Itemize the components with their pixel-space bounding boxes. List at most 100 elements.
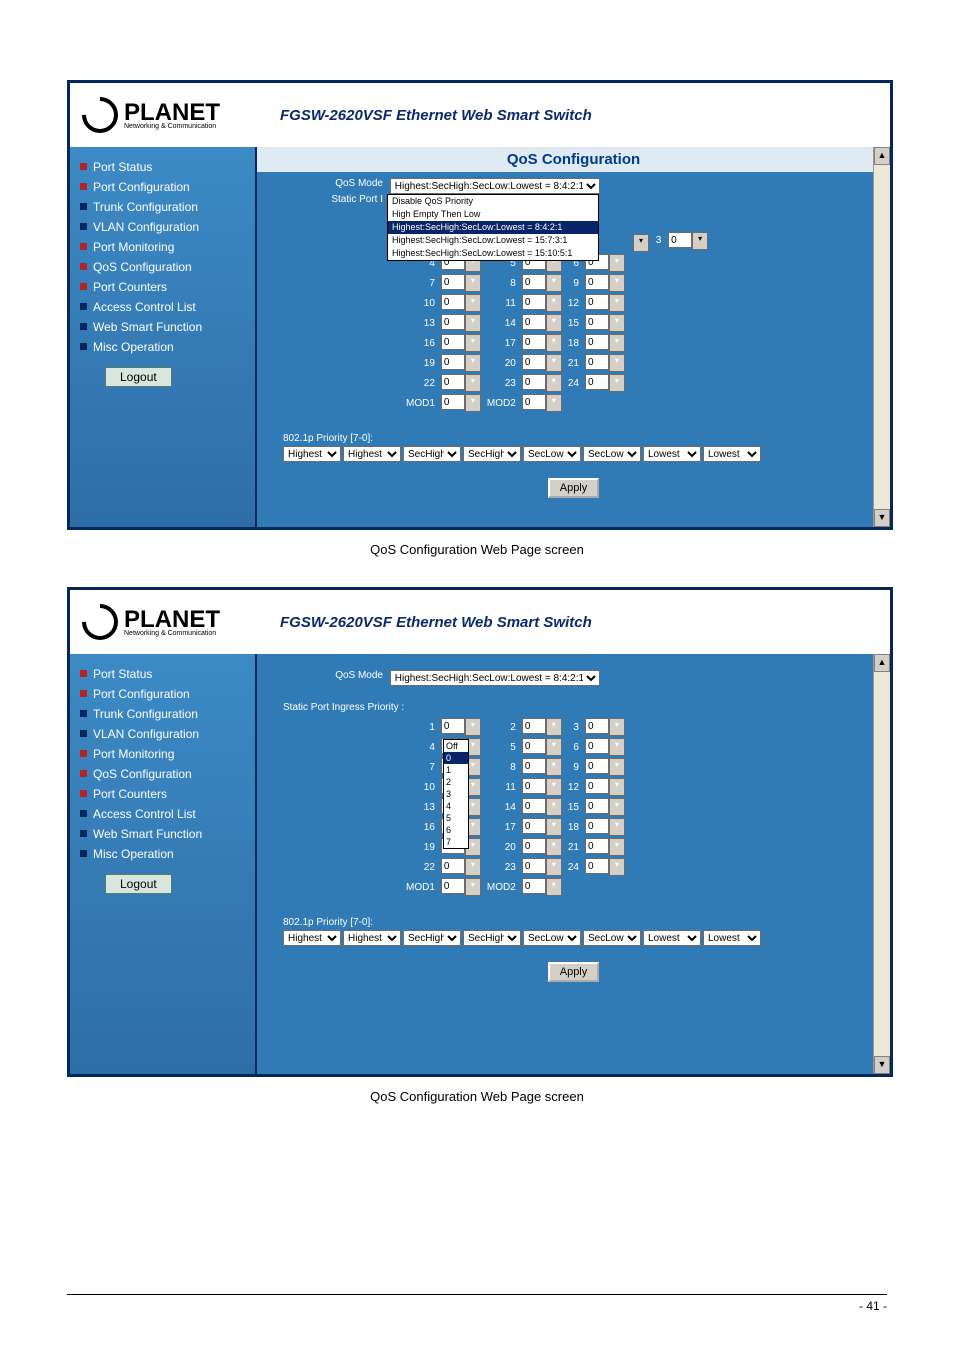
chevron-down-icon[interactable]: ▾ [546, 314, 562, 332]
sidebar-item[interactable]: Trunk Configuration [80, 197, 255, 217]
dropdown-option[interactable]: Highest:SecHigh:SecLow:Lowest = 15:10:5:… [388, 247, 598, 260]
port-value-select[interactable]: ▾ [585, 838, 625, 856]
port-value-select[interactable]: ▾ [585, 798, 625, 816]
port-value-input[interactable] [522, 274, 546, 290]
port-value-select[interactable]: ▾ [441, 334, 481, 352]
chevron-down-icon[interactable]: ▾ [609, 294, 625, 312]
chevron-down-icon[interactable]: ▾ [546, 838, 562, 856]
sidebar-item[interactable]: Trunk Configuration [80, 704, 255, 724]
chevron-down-icon[interactable]: ▾ [609, 798, 625, 816]
port-value-dropdown-list[interactable]: Off01234567 [443, 739, 469, 849]
port-value-input[interactable] [522, 858, 546, 874]
chevron-down-icon[interactable]: ▾ [609, 778, 625, 796]
port-value-select[interactable]: ▾ [522, 758, 562, 776]
chevron-down-icon[interactable]: ▾ [546, 294, 562, 312]
port-value-input[interactable] [522, 394, 546, 410]
port-value-select[interactable]: ▾ [522, 354, 562, 372]
chevron-down-icon[interactable]: ▾ [609, 858, 625, 876]
port-value-input[interactable] [522, 758, 546, 774]
port-value-select[interactable]: ▾ [522, 838, 562, 856]
chevron-down-icon[interactable]: ▾ [465, 354, 481, 372]
port-value-input[interactable] [441, 878, 465, 894]
chevron-down-icon[interactable]: ▾ [546, 718, 562, 736]
port-value-input[interactable] [441, 718, 465, 734]
port-value-select[interactable]: ▾ [522, 374, 562, 392]
dropdown-option[interactable]: 0 [444, 752, 468, 764]
port-value-input[interactable] [585, 718, 609, 734]
port-value-select[interactable]: ▾ [633, 234, 649, 252]
port-value-select[interactable]: ▾ [585, 274, 625, 292]
chevron-down-icon[interactable]: ▾ [546, 818, 562, 836]
priority-select[interactable]: SecLow [583, 930, 641, 946]
port-value-input[interactable] [585, 334, 609, 350]
dropdown-option[interactable]: Off [444, 740, 468, 752]
port-value-select[interactable]: ▾ [441, 294, 481, 312]
port-value-input[interactable] [441, 858, 465, 874]
sidebar-item[interactable]: Port Status [80, 664, 255, 684]
chevron-down-icon[interactable]: ▾ [609, 838, 625, 856]
chevron-down-icon[interactable]: ▾ [465, 858, 481, 876]
sidebar-item[interactable]: Port Counters [80, 784, 255, 804]
scroll-up-icon[interactable]: ▲ [874, 147, 890, 165]
chevron-down-icon[interactable]: ▾ [546, 738, 562, 756]
port-value-select[interactable]: ▾ [585, 314, 625, 332]
chevron-down-icon[interactable]: ▾ [609, 254, 625, 272]
port-value-select[interactable]: ▾ [522, 294, 562, 312]
port-value-select[interactable]: ▾ [585, 778, 625, 796]
priority-select[interactable]: SecLow [583, 446, 641, 462]
priority-select[interactable]: SecHigh [463, 930, 521, 946]
port-value-input[interactable] [522, 798, 546, 814]
sidebar-item[interactable]: VLAN Configuration [80, 724, 255, 744]
dropdown-option[interactable]: 3 [444, 788, 468, 800]
sidebar-item[interactable]: QoS Configuration [80, 764, 255, 784]
chevron-down-icon[interactable]: ▾ [609, 354, 625, 372]
dropdown-option[interactable]: 6 [444, 824, 468, 836]
chevron-down-icon[interactable]: ▾ [546, 394, 562, 412]
chevron-down-icon[interactable]: ▾ [609, 334, 625, 352]
chevron-down-icon[interactable]: ▾ [465, 294, 481, 312]
dropdown-option[interactable]: 4 [444, 800, 468, 812]
port-value-input[interactable] [441, 354, 465, 370]
chevron-down-icon[interactable]: ▾ [546, 354, 562, 372]
priority-select[interactable]: Highest [283, 446, 341, 462]
qos-mode-select[interactable]: Highest:SecHigh:SecLow:Lowest = 8:4:2:1 [390, 178, 600, 194]
dropdown-option[interactable]: High Empty Then Low [388, 208, 598, 221]
port-value-input[interactable] [585, 798, 609, 814]
sidebar-item[interactable]: Access Control List [80, 804, 255, 824]
port-value-input[interactable] [522, 838, 546, 854]
port-value-select[interactable]: ▾ [585, 294, 625, 312]
chevron-down-icon[interactable]: ▾ [465, 374, 481, 392]
chevron-down-icon[interactable]: ▾ [609, 738, 625, 756]
priority-select[interactable]: SecHigh [403, 446, 461, 462]
dropdown-option[interactable]: Highest:SecHigh:SecLow:Lowest = 15:7:3:1 [388, 234, 598, 247]
priority-select[interactable]: SecLow [523, 930, 581, 946]
chevron-down-icon[interactable]: ▾ [546, 858, 562, 876]
port-value-select[interactable]: ▾ [522, 858, 562, 876]
dropdown-option[interactable]: 2 [444, 776, 468, 788]
port-value-select[interactable]: ▾ [522, 334, 562, 352]
chevron-down-icon[interactable]: ▾ [465, 334, 481, 352]
port-value-select[interactable]: ▾ [522, 314, 562, 332]
port-value-select[interactable]: ▾ [585, 334, 625, 352]
sidebar-item[interactable]: Port Configuration [80, 684, 255, 704]
chevron-down-icon[interactable]: ▾ [609, 274, 625, 292]
sidebar-item[interactable]: Port Monitoring [80, 744, 255, 764]
port-value-input[interactable] [522, 294, 546, 310]
logout-button[interactable]: Logout [105, 874, 172, 894]
port-value-select[interactable]: ▾ [585, 738, 625, 756]
port-value-input[interactable] [585, 294, 609, 310]
dropdown-option[interactable]: 1 [444, 764, 468, 776]
chevron-down-icon[interactable]: ▾ [546, 274, 562, 292]
chevron-down-icon[interactable]: ▾ [546, 758, 562, 776]
port-value-select[interactable]: ▾ [522, 394, 562, 412]
port-value-input[interactable] [522, 878, 546, 894]
sidebar-item[interactable]: Web Smart Function [80, 824, 255, 844]
port-value-input[interactable] [441, 274, 465, 290]
chevron-down-icon[interactable]: ▾ [546, 334, 562, 352]
port-value-select[interactable]: ▾ [522, 718, 562, 736]
port-value-select[interactable]: ▾ [441, 374, 481, 392]
chevron-down-icon[interactable]: ▾ [609, 718, 625, 736]
sidebar-item[interactable]: QoS Configuration [80, 257, 255, 277]
chevron-down-icon[interactable]: ▾ [609, 374, 625, 392]
chevron-down-icon[interactable]: ▾ [546, 798, 562, 816]
